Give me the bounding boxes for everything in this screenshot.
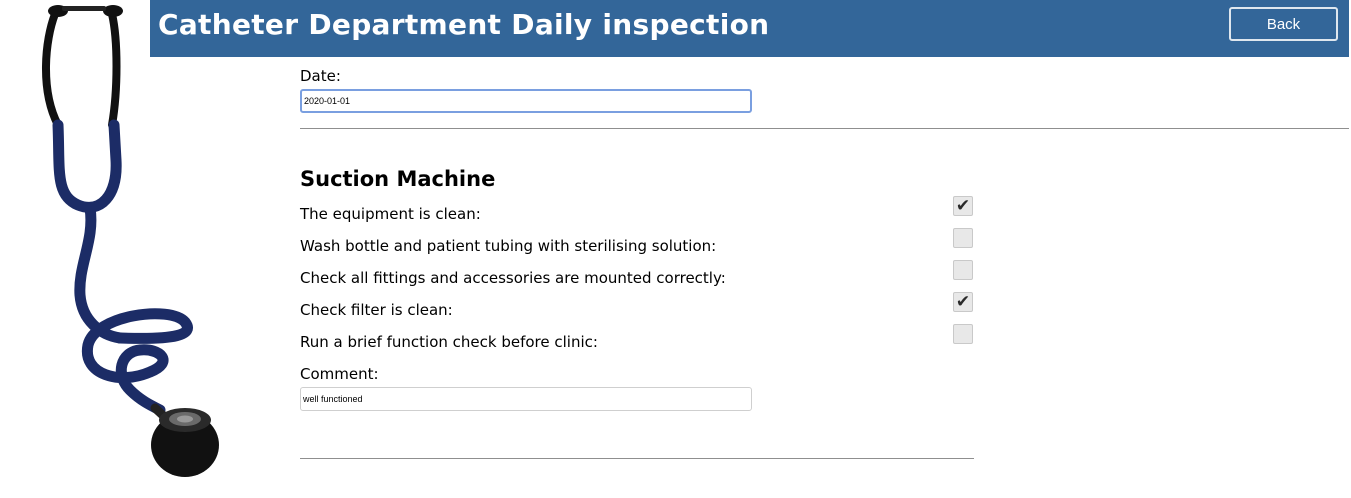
item-label-equipment-clean: The equipment is clean: xyxy=(300,205,481,223)
header-bar: Catheter Department Daily inspection Bac… xyxy=(150,0,1349,57)
date-label: Date: xyxy=(300,67,341,85)
comment-label: Comment: xyxy=(300,365,379,383)
stethoscope-illustration xyxy=(42,5,219,477)
back-button[interactable]: Back xyxy=(1229,7,1338,41)
divider xyxy=(300,458,974,459)
checkbox-equipment-clean[interactable]: ✔ xyxy=(953,196,973,216)
checkmark-icon: ✔ xyxy=(955,195,971,216)
checkbox-wash-bottle[interactable]: ✔ xyxy=(953,228,973,248)
checkbox-function-check[interactable]: ✔ xyxy=(953,324,973,344)
divider xyxy=(300,128,1349,129)
comment-input[interactable] xyxy=(300,387,752,411)
item-label-check-fittings: Check all fittings and accessories are m… xyxy=(300,269,726,287)
item-label-function-check: Run a brief function check before clinic… xyxy=(300,333,598,351)
section-title: Suction Machine xyxy=(300,167,496,191)
checkmark-icon: ✔ xyxy=(955,291,971,312)
page-title: Catheter Department Daily inspection xyxy=(158,8,770,41)
checkbox-check-fittings[interactable]: ✔ xyxy=(953,260,973,280)
item-label-wash-bottle: Wash bottle and patient tubing with ster… xyxy=(300,237,717,255)
date-input[interactable] xyxy=(300,89,752,113)
checkbox-check-filter[interactable]: ✔ xyxy=(953,292,973,312)
item-label-check-filter: Check filter is clean: xyxy=(300,301,453,319)
